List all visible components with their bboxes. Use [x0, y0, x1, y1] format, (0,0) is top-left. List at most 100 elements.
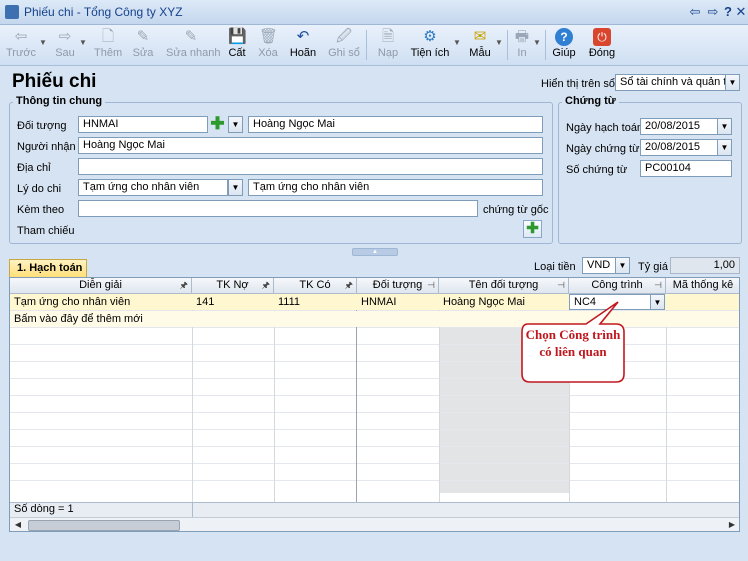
template-dropdown-icon[interactable]: ▼: [495, 38, 503, 47]
cell-object[interactable]: HNMAI: [357, 294, 439, 310]
voucher-no-label: Số chứng từ: [566, 164, 628, 176]
column-header-credit[interactable]: TK Có 🖈: [274, 278, 357, 294]
chevron-down-icon[interactable]: ▼: [615, 257, 630, 274]
close-button[interactable]: ⏻ Đóng: [587, 27, 617, 63]
back-button[interactable]: ⇦ Trước: [6, 27, 36, 63]
edit-doc-icon: ✎: [136, 28, 150, 45]
chevron-down-icon[interactable]: ▼: [717, 139, 732, 156]
template-button[interactable]: ✉ Mẫu: [468, 27, 492, 63]
voucher-no-input[interactable]: PC00104: [640, 160, 732, 177]
column-header-object[interactable]: Đối tượng ⊣: [357, 278, 439, 294]
pin-icon[interactable]: ⊣: [427, 278, 435, 293]
edit-button[interactable]: ✎ Sửa: [132, 27, 154, 63]
close-icon[interactable]: ✕: [732, 4, 748, 20]
chevron-down-icon[interactable]: ▼: [228, 179, 243, 196]
chevron-down-icon[interactable]: ▼: [228, 116, 243, 133]
address-input[interactable]: [78, 158, 543, 175]
object-name-input[interactable]: Hoàng Ngọc Mai: [248, 116, 543, 133]
collapse-splitter[interactable]: ▲: [352, 248, 398, 256]
printer-icon: 🖶: [514, 28, 530, 45]
cell-description[interactable]: Tạm ứng cho nhân viên: [10, 294, 192, 310]
voucher-date-input[interactable]: 20/08/2015: [640, 139, 718, 156]
display-on-book-select[interactable]: Sổ tài chính và quản trị: [615, 74, 726, 91]
cell-credit[interactable]: 1111: [274, 294, 356, 310]
chevron-down-icon[interactable]: ▼: [650, 294, 665, 310]
page-title: Phiếu chi: [12, 71, 97, 92]
help-button[interactable]: ? Giúp: [551, 27, 577, 63]
pin-icon[interactable]: ⊣: [557, 278, 565, 293]
column-header-project[interactable]: Công trình ⊣: [569, 278, 666, 294]
save-button[interactable]: 💾 Cất: [228, 27, 247, 63]
next-button[interactable]: ⇨ Sau: [54, 27, 76, 63]
add-reference-icon[interactable]: ✚: [523, 220, 542, 238]
toolbar: ⇦ Trước ▼ ⇨ Sau ▼ 🗋 Thêm ✎ Sửa ✎ Sửa nhanh 💾 C…: [0, 25, 748, 66]
next-dropdown-icon[interactable]: ▼: [79, 38, 87, 47]
currency-label: Loại tiền: [534, 261, 576, 273]
object-code-input[interactable]: HNMAI: [78, 116, 208, 133]
post-icon: 🖉: [336, 28, 352, 45]
utilities-icon: ⚙: [423, 28, 437, 45]
scroll-left-icon[interactable]: ◀: [12, 519, 24, 530]
template-icon: ✉: [473, 28, 487, 45]
undo-button[interactable]: ↶ Hoãn: [289, 27, 317, 63]
quick-edit-icon: ✎: [184, 28, 198, 45]
reason-select[interactable]: Tạm ứng cho nhân viên: [78, 179, 228, 196]
row-divider: [10, 480, 739, 481]
column-header-description[interactable]: Diễn giải 🖈: [10, 278, 192, 294]
posting-date-label: Ngày hạch toán: [566, 122, 644, 134]
column-header-object-name[interactable]: Tên đối tượng ⊣: [439, 278, 569, 294]
back-arrow-icon[interactable]: ⇦: [686, 4, 704, 20]
display-on-book-label: Hiển thị trên sổ: [541, 78, 615, 90]
window-title: Phiếu chi - Tổng Công ty XYZ: [24, 5, 183, 19]
row-divider: [10, 446, 739, 447]
currency-select[interactable]: VND: [582, 257, 616, 274]
delete-doc-icon: 🗑: [259, 28, 279, 45]
delete-button[interactable]: 🗑 Xóa: [257, 27, 279, 63]
question-icon: ?: [555, 28, 573, 46]
add-object-icon[interactable]: ✚: [208, 114, 227, 133]
load-button[interactable]: 🗎 Nạp: [377, 27, 399, 63]
cell-debit[interactable]: 141: [192, 294, 274, 310]
accounting-grid: Diễn giải 🖈 TK Nợ 🖈 TK Có 🖈 Đối tượng ⊣ Tên …: [9, 277, 740, 532]
quick-edit-button[interactable]: ✎ Sửa nhanh: [166, 27, 220, 63]
new-doc-icon: 🗋: [101, 28, 115, 45]
attach-label: Kèm theo: [17, 204, 65, 216]
object-label: Đối tượng: [17, 120, 67, 132]
cell-stat-code[interactable]: [666, 294, 739, 310]
utilities-button[interactable]: ⚙ Tiện ích: [410, 27, 450, 63]
column-header-debit[interactable]: TK Nợ 🖈: [192, 278, 274, 294]
footer-divider: [192, 502, 193, 517]
add-row-hint[interactable]: Bấm vào đây để thêm mới: [10, 311, 314, 327]
scroll-right-icon[interactable]: ▶: [726, 519, 738, 530]
column-header-stat-code[interactable]: Mã thống kê: [666, 278, 739, 294]
row-divider: [10, 327, 739, 328]
general-info-title: Thông tin chung: [13, 95, 106, 107]
row-count: Số dòng = 1: [14, 503, 74, 515]
pin-icon[interactable]: 🖈: [180, 278, 188, 293]
post-button[interactable]: 🖉 Ghi sổ: [328, 27, 360, 63]
print-button[interactable]: 🖶 In: [513, 27, 531, 63]
receiver-label: Người nhận: [17, 141, 76, 153]
utilities-dropdown-icon[interactable]: ▼: [453, 38, 461, 47]
back-dropdown-icon[interactable]: ▼: [39, 38, 47, 47]
pin-icon[interactable]: ⊣: [654, 278, 662, 293]
address-label: Địa chỉ: [17, 162, 51, 174]
pin-icon[interactable]: 🖈: [345, 278, 353, 293]
toolbar-separator: [545, 30, 546, 60]
add-button[interactable]: 🗋 Thêm: [94, 27, 122, 63]
scrollbar-thumb[interactable]: [28, 520, 180, 531]
floppy-icon: 💾: [228, 28, 247, 45]
voucher-date-label: Ngày chứng từ: [566, 143, 640, 155]
row-divider: [10, 344, 739, 345]
chevron-down-icon[interactable]: ▼: [717, 118, 732, 135]
print-dropdown-icon[interactable]: ▼: [533, 38, 541, 47]
reason-text-input[interactable]: Tạm ứng cho nhân viên: [248, 179, 543, 196]
tab-accounting[interactable]: 1. Hạch toán: [9, 259, 87, 277]
receiver-input[interactable]: Hoàng Ngọc Mai: [78, 137, 543, 154]
undo-icon: ↶: [296, 28, 310, 45]
attach-input[interactable]: [78, 200, 478, 217]
pin-icon[interactable]: 🖈: [262, 278, 270, 293]
power-icon: ⏻: [593, 28, 611, 46]
posting-date-input[interactable]: 20/08/2015: [640, 118, 718, 135]
chevron-down-icon[interactable]: ▼: [725, 74, 740, 91]
